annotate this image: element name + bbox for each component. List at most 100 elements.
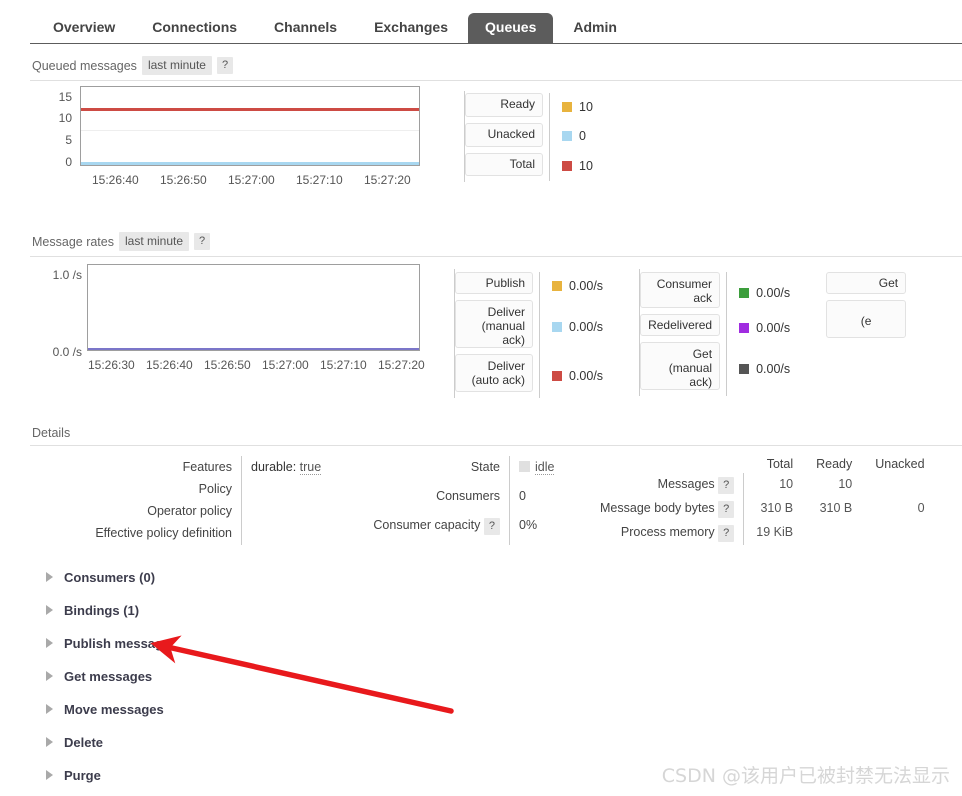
- section-purge-label: Purge: [64, 767, 101, 783]
- legend-col1-values: 0.00/s 0.00/s 0.00/s: [539, 272, 603, 398]
- chevron-right-icon: [46, 737, 53, 747]
- chevron-right-icon: [46, 605, 53, 615]
- legend-label-get-manual-ack[interactable]: Get (manual ack): [640, 342, 721, 390]
- section-consumers[interactable]: Consumers (0): [30, 561, 962, 594]
- process-memory-help-icon[interactable]: ?: [718, 525, 735, 543]
- message-body-bytes-help-icon[interactable]: ?: [718, 501, 735, 519]
- swatch-deliver-manual-icon: [552, 322, 562, 332]
- section-bindings[interactable]: Bindings (1): [30, 594, 962, 627]
- message-rates-period-chip[interactable]: last minute: [118, 232, 190, 251]
- message-rates-plot-area: [87, 264, 420, 351]
- section-get-messages-label: Get messages: [64, 668, 153, 684]
- consumer-capacity-help-icon[interactable]: ?: [483, 518, 500, 536]
- message-rates-legend-col1: Publish Deliver (manual ack) Deliver (au…: [454, 269, 603, 398]
- state-indicator-icon: [519, 461, 530, 472]
- legend-label-get-empty-2[interactable]: (e: [826, 300, 907, 338]
- section-get-messages[interactable]: Get messages: [30, 660, 962, 693]
- legend-label-get-empty[interactable]: Get: [826, 272, 907, 294]
- message-rates-legend-col2: Consumer ack Redelivered Get (manual ack…: [639, 269, 790, 396]
- series-line-total: [81, 108, 419, 111]
- message-rates-title: Message rates: [32, 234, 114, 249]
- messages-total-value: 10: [743, 472, 803, 497]
- details-value-consumers: 0: [509, 485, 590, 515]
- legend-value-ready: 10: [562, 93, 593, 121]
- details-value-operator-policy: [241, 500, 332, 523]
- queued-messages-chart-row: 15 10 5 0 15:26:40 15:26:50 15:27:00 15:…: [30, 86, 962, 196]
- section-runtime-metrics[interactable]: Runtime Metrics (Advanced): [30, 792, 962, 796]
- legend-label-unacked[interactable]: Unacked: [465, 122, 543, 147]
- nav-tab-list: Overview Connections Channels Exchanges …: [30, 0, 962, 43]
- message-rates-help-icon[interactable]: ?: [194, 233, 211, 250]
- legend-value-redelivered: 0.00/s: [739, 314, 790, 342]
- legend-label-total[interactable]: Total: [465, 152, 543, 177]
- legend-value-get-manual-text: 0.00/s: [756, 362, 791, 376]
- x-tick-2: 15:27:00: [228, 173, 275, 187]
- tab-overview[interactable]: Overview: [36, 13, 132, 43]
- x-tick-3: 15:27:10: [296, 173, 343, 187]
- details-row-operator-policy: Operator policy: [52, 500, 332, 523]
- messages-table-corner: [600, 456, 744, 473]
- details-row-state: State idle: [360, 456, 590, 486]
- tab-exchanges[interactable]: Exchanges: [357, 13, 465, 43]
- details-key-features: Features: [182, 460, 232, 474]
- swatch-consumer-ack-icon: [739, 288, 750, 298]
- x-tick-1: 15:26:50: [160, 173, 207, 187]
- section-delete[interactable]: Delete: [30, 726, 962, 759]
- queued-messages-chart: 15 10 5 0 15:26:40 15:26:50 15:27:00 15:…: [30, 86, 460, 196]
- details-header: Details: [30, 420, 962, 446]
- details-row-features: Features durable: true: [52, 456, 332, 479]
- tab-queues[interactable]: Queues: [468, 13, 554, 43]
- legend-value-deliver-auto-text: 0.00/s: [569, 369, 604, 383]
- queued-messages-help-icon[interactable]: ?: [216, 57, 234, 74]
- tab-channels[interactable]: Channels: [257, 13, 354, 43]
- queued-messages-plot-area: [80, 86, 420, 166]
- details-row-policy: Policy: [52, 478, 332, 501]
- messages-row-key-process-memory: Process memory ?: [600, 521, 744, 545]
- messages-help-icon[interactable]: ?: [718, 477, 735, 495]
- legend-value-unacked: 0: [562, 121, 593, 151]
- legend-col3-labels: Get (e: [826, 272, 907, 344]
- legend-value-deliver-manual-text: 0.00/s: [569, 320, 604, 334]
- section-publish-message-label: Publish message: [64, 635, 171, 651]
- tab-admin[interactable]: Admin: [556, 13, 634, 43]
- messages-label: Messages: [657, 477, 715, 492]
- series-line-unacked: [81, 162, 419, 165]
- x-tick-r3: 15:27:00: [262, 358, 309, 372]
- chevron-right-icon: [46, 704, 53, 714]
- x-tick-r5: 15:27:20: [378, 358, 425, 372]
- main-navigation: Overview Connections Channels Exchanges …: [30, 0, 962, 44]
- swatch-get-manual-icon: [739, 364, 750, 374]
- details-row-consumer-capacity: Consumer capacity ? 0%: [360, 514, 590, 545]
- chevron-right-icon: [46, 671, 53, 681]
- details-value-state: idle: [509, 456, 590, 486]
- legend-label-redelivered[interactable]: Redelivered: [640, 314, 721, 336]
- tab-connections[interactable]: Connections: [135, 13, 254, 43]
- x-tick-4: 15:27:20: [364, 173, 411, 187]
- process-memory-total-value: 19 KiB: [743, 520, 803, 545]
- legend-value-deliver-manual: 0.00/s: [552, 300, 603, 354]
- details-value-features: durable: true: [241, 456, 332, 479]
- messages-col-unacked: Unacked: [875, 457, 925, 472]
- queued-messages-period-chip[interactable]: last minute: [141, 56, 212, 75]
- x-tick-r4: 15:27:10: [320, 358, 367, 372]
- process-memory-ready-value: [802, 521, 861, 545]
- y-tick-1-0: 1.0 /s: [52, 268, 82, 282]
- y-tick-5: 5: [65, 133, 72, 147]
- message-rates-legend-col3: Get (e: [826, 269, 907, 344]
- legend-label-deliver-manual-ack[interactable]: Deliver (manual ack): [455, 300, 533, 348]
- legend-label-ready[interactable]: Ready: [465, 93, 543, 117]
- body-bytes-ready-value: 310 B: [819, 501, 853, 516]
- details-features-table: Features durable: true Policy Operator p…: [52, 456, 332, 545]
- details-key-operator-policy: Operator policy: [147, 504, 232, 519]
- details-value-effective-policy: [241, 522, 332, 545]
- legend-label-consumer-ack[interactable]: Consumer ack: [640, 272, 721, 308]
- messages-col-total: Total: [766, 457, 794, 472]
- details-value-policy: [241, 478, 332, 501]
- section-publish-message[interactable]: Publish message: [30, 627, 962, 660]
- section-move-messages[interactable]: Move messages: [30, 693, 962, 726]
- legend-label-publish[interactable]: Publish: [455, 272, 533, 294]
- section-move-messages-label: Move messages: [64, 701, 164, 717]
- details-key-policy: Policy: [198, 482, 232, 497]
- legend-label-deliver-auto-ack[interactable]: Deliver (auto ack): [455, 354, 533, 392]
- consumer-capacity-label: Consumer capacity: [373, 518, 481, 533]
